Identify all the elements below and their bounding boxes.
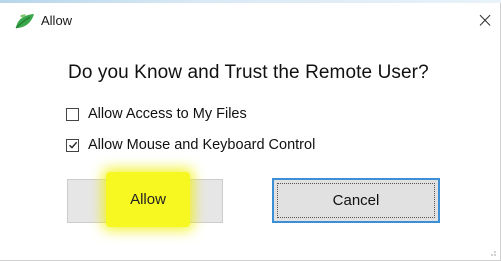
file-access-label: Allow Access to My Files [88, 106, 247, 122]
title-bar[interactable]: Allow × [0, 3, 501, 37]
close-icon[interactable]: × [470, 5, 500, 35]
allow-button-label: Allow [130, 191, 166, 208]
cancel-button[interactable]: Cancel [272, 178, 440, 223]
window-title: Allow [41, 13, 73, 28]
mouse-keyboard-label: Allow Mouse and Keyboard Control [88, 137, 316, 153]
leaf-app-icon [14, 12, 36, 30]
checkmark-icon [69, 141, 78, 149]
mouse-keyboard-checkbox[interactable] [66, 138, 79, 152]
option-file-access[interactable]: Allow Access to My Files [66, 104, 247, 124]
trust-question: Do you Know and Trust the Remote User? [68, 62, 429, 83]
allow-button[interactable]: Allow [106, 172, 190, 227]
resize-grip-icon[interactable] [487, 247, 497, 257]
focus-rectangle [277, 183, 435, 218]
allow-dialog: Allow × Do you Know and Trust the Remote… [0, 0, 501, 261]
option-mouse-keyboard[interactable]: Allow Mouse and Keyboard Control [66, 135, 315, 155]
file-access-checkbox[interactable] [66, 107, 79, 121]
